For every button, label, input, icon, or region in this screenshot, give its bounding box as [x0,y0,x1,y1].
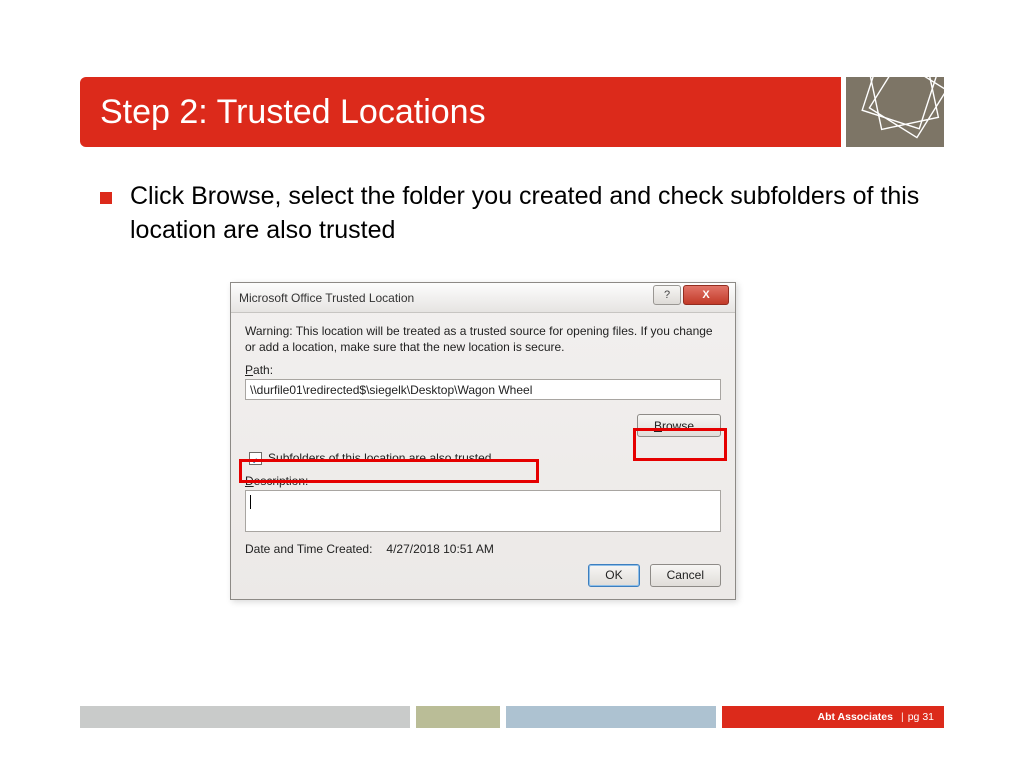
window-buttons: ? X [653,285,729,305]
description-input[interactable] [245,490,721,532]
footer-separator: | [901,711,904,723]
bullet-text: Click Browse, select the folder you crea… [130,180,924,248]
geometric-lines-icon [846,77,944,147]
dialog-body: Warning: This location will be treated a… [231,313,735,595]
warning-text: Warning: This location will be treated a… [245,323,721,355]
close-button[interactable]: X [683,285,729,305]
browse-button[interactable]: Browse... [637,414,721,437]
text-cursor-icon [250,495,251,509]
help-icon: ? [664,289,670,301]
footer-brand-seg: Abt Associates | pg 31 [722,706,944,728]
close-icon: X [702,289,709,301]
path-input[interactable] [245,379,721,400]
footer-page-label: pg [908,711,920,723]
footer-seg-3 [506,706,716,728]
footer-page-num: 31 [922,711,934,723]
description-label: Description: [245,474,721,488]
slide-footer: Abt Associates | pg 31 [80,706,944,728]
title-decoration [846,77,944,147]
dialog-button-row: OK Cancel [245,564,721,587]
slide-title: Step 2: Trusted Locations [80,77,846,147]
cancel-button[interactable]: Cancel [650,564,721,587]
help-button[interactable]: ? [653,285,681,305]
created-label: Date and Time Created: [245,542,372,556]
dialog-titlebar: Microsoft Office Trusted Location ? X [231,283,735,313]
footer-seg-1 [80,706,410,728]
dialog-title: Microsoft Office Trusted Location [239,291,414,305]
created-value: 4/27/2018 10:51 AM [386,542,493,556]
footer-seg-2 [416,706,500,728]
slide-body: Click Browse, select the folder you crea… [100,180,924,248]
ok-button[interactable]: OK [588,564,639,587]
trusted-location-dialog: Microsoft Office Trusted Location ? X Wa… [230,282,736,600]
bullet-item: Click Browse, select the folder you crea… [100,180,924,248]
slide-title-row: Step 2: Trusted Locations [80,77,944,147]
path-label: Path: [245,363,721,377]
checkbox-icon [249,452,262,465]
subfolders-checkbox-row[interactable]: Subfolders of this location are also tru… [245,449,495,467]
created-row: Date and Time Created: 4/27/2018 10:51 A… [245,542,721,556]
subfolders-label: Subfolders of this location are also tru… [268,451,491,465]
slide-title-text: Step 2: Trusted Locations [100,93,486,132]
footer-brand: Abt Associates [818,711,893,723]
bullet-marker-icon [100,192,112,204]
